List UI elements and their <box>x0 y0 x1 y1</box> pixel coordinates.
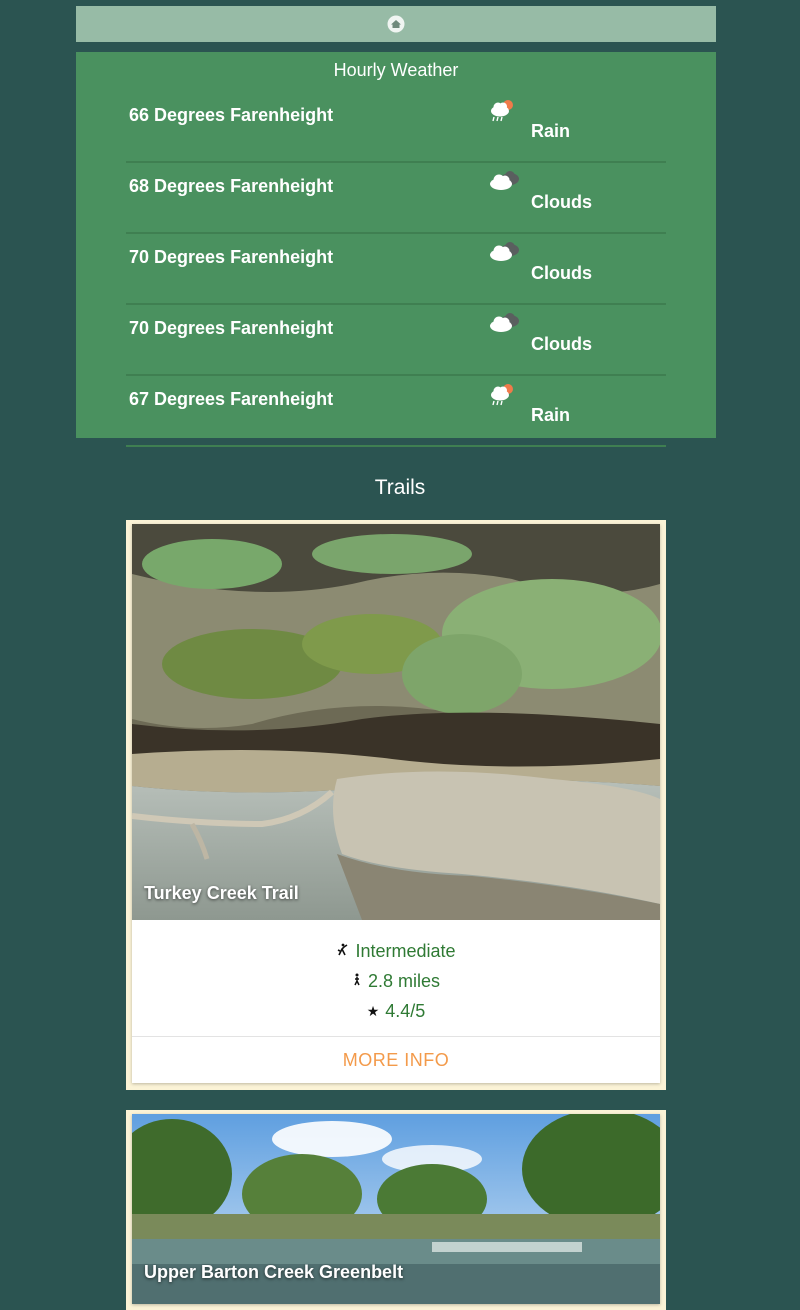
trail-card: Upper Barton Creek Greenbelt <box>126 1110 666 1310</box>
trail-photo[interactable]: Upper Barton Creek Greenbelt <box>132 1114 660 1304</box>
rain-cloud-icon <box>486 382 526 410</box>
weather-row: 70 Degrees Farenheight Clouds <box>126 234 666 305</box>
weather-condition: Clouds <box>531 334 592 354</box>
clouds-icon <box>486 169 526 197</box>
weather-row: 70 Degrees Farenheight Clouds <box>126 305 666 376</box>
weather-list: 66 Degrees Farenheight Rain 68 Degrees F… <box>126 92 666 447</box>
trails-heading: Trails <box>374 476 426 499</box>
weather-condition: Rain <box>531 405 571 425</box>
more-info-button[interactable]: MORE INFO <box>132 1036 660 1083</box>
trail-rating: 4.4/5 <box>385 1000 426 1021</box>
weather-condition: Clouds <box>531 263 592 283</box>
clouds-icon <box>486 240 526 268</box>
rain-cloud-icon <box>486 98 526 126</box>
weather-row: 68 Degrees Farenheight Clouds <box>126 163 666 234</box>
trail-card-body: Upper Barton Creek Greenbelt <box>132 1114 660 1304</box>
hiker-icon <box>352 973 362 989</box>
hourly-weather-panel: Hourly Weather 66 Degrees Farenheight Ra… <box>76 52 716 447</box>
trail-card-body: Turkey Creek Trail Intermediate 2.8 mile… <box>132 524 660 1083</box>
weather-temperature: 70 Degrees Farenheight <box>129 318 334 338</box>
home-icon[interactable] <box>386 14 406 34</box>
weather-temperature: 66 Degrees Farenheight <box>129 105 334 125</box>
weather-temperature: 68 Degrees Farenheight <box>129 176 334 196</box>
weather-row: 67 Degrees Farenheight Rain <box>126 376 666 447</box>
difficulty-row: Intermediate <box>132 936 660 966</box>
rating-row: ★ 4.4/5 <box>132 996 660 1026</box>
clouds-icon <box>486 311 526 339</box>
trail-length: 2.8 miles <box>367 970 441 991</box>
top-nav-bar <box>76 6 716 42</box>
trail-photo[interactable]: Turkey Creek Trail <box>132 524 660 920</box>
trail-name: Turkey Creek Trail <box>144 883 299 903</box>
climber-icon <box>336 943 349 959</box>
weather-condition: Rain <box>531 121 571 141</box>
length-row: 2.8 miles <box>132 966 660 996</box>
weather-title: Hourly Weather <box>333 60 459 80</box>
trail-details: Intermediate 2.8 miles ★ 4.4/5 <box>132 920 660 1036</box>
weather-row: 66 Degrees Farenheight Rain <box>126 92 666 163</box>
weather-condition: Clouds <box>531 192 592 212</box>
weather-temperature: 67 Degrees Farenheight <box>129 389 334 409</box>
weather-temperature: 70 Degrees Farenheight <box>129 247 334 267</box>
trail-difficulty: Intermediate <box>355 940 456 961</box>
trail-card: Turkey Creek Trail Intermediate 2.8 mile… <box>126 520 666 1090</box>
star-icon: ★ <box>366 1002 380 1019</box>
